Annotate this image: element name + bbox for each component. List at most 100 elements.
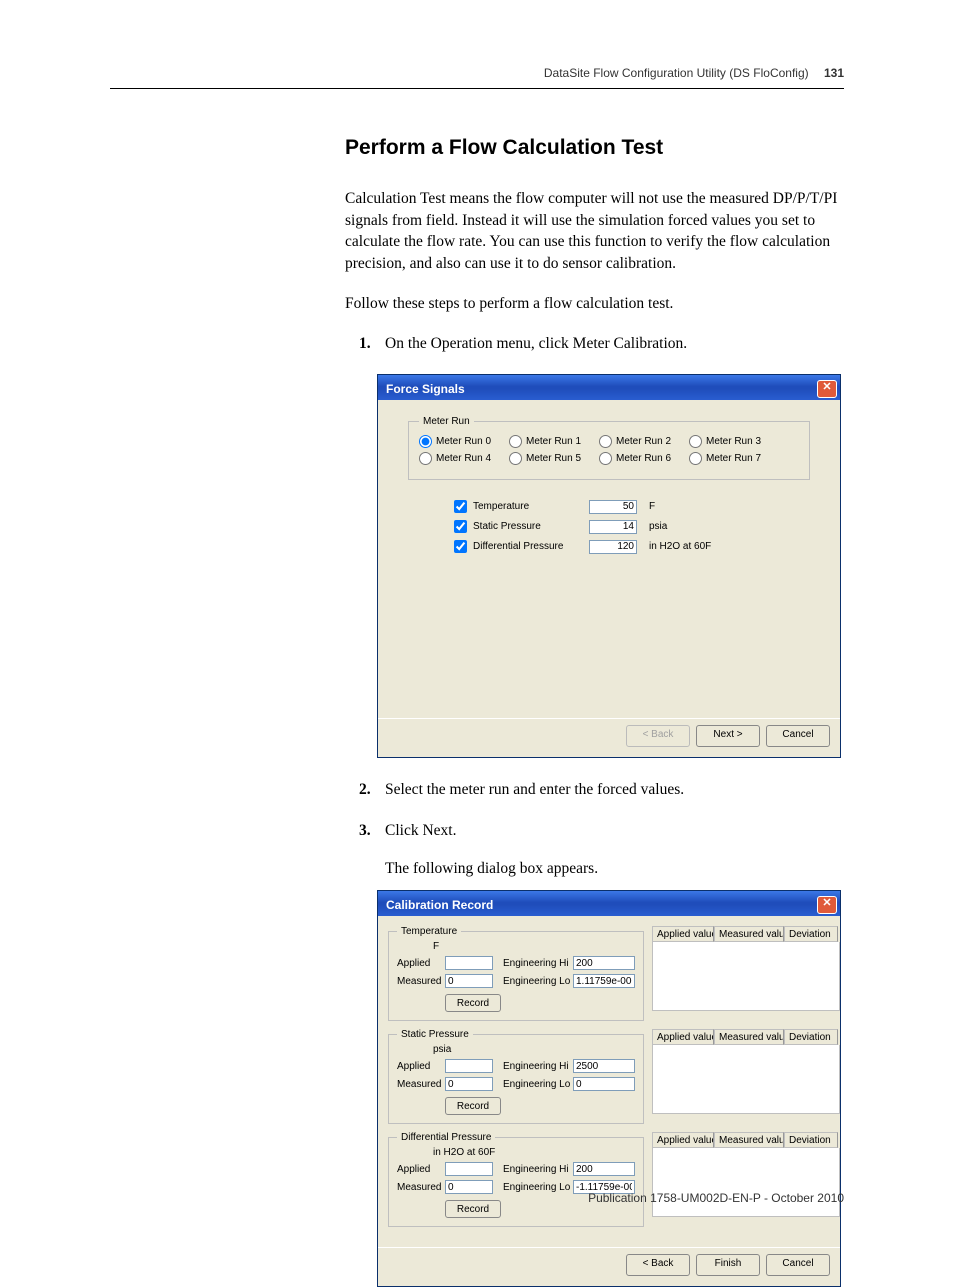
static-pressure-record-button[interactable]: Record xyxy=(445,1097,501,1115)
dialog-titlebar[interactable]: Calibration Record ✕ xyxy=(378,891,840,916)
close-icon[interactable]: ✕ xyxy=(817,896,837,914)
static-pressure-eng-hi-input[interactable] xyxy=(573,1059,635,1073)
radio-input[interactable] xyxy=(689,452,702,465)
differential-pressure-measured-input[interactable] xyxy=(445,1180,493,1194)
radio-input[interactable] xyxy=(419,452,432,465)
radio-meter-run-7[interactable]: Meter Run 7 xyxy=(689,452,773,465)
dialog-button-row: < Back Next > Cancel xyxy=(378,718,840,757)
col-measured-value[interactable]: Measured value xyxy=(714,926,784,942)
step-1-text: On the Operation menu, click Meter Calib… xyxy=(385,335,687,352)
close-icon[interactable]: ✕ xyxy=(817,380,837,398)
col-applied-value[interactable]: Applied value xyxy=(652,1029,714,1045)
col-applied-value[interactable]: Applied value xyxy=(652,926,714,942)
table-body xyxy=(652,1045,840,1114)
cancel-button[interactable]: Cancel xyxy=(766,1254,830,1276)
cal-row-temperature: Temperature F Applied Engineering Hi Mea… xyxy=(388,926,830,1021)
temperature-table: Applied value Measured value Deviation xyxy=(652,926,840,1021)
differential-pressure-label: Differential Pressure xyxy=(473,541,583,552)
static-pressure-table: Applied value Measured value Deviation xyxy=(652,1029,840,1124)
radio-input[interactable] xyxy=(509,452,522,465)
radio-input[interactable] xyxy=(509,435,522,448)
step-number: 2. xyxy=(359,778,371,801)
eng-lo-label: Engineering Lo xyxy=(503,1079,569,1090)
intro-paragraph: Calculation Test means the flow computer… xyxy=(345,188,844,275)
differential-pressure-eng-hi-input[interactable] xyxy=(573,1162,635,1176)
static-pressure-sensor-group: Static Pressure psia Applied Engineering… xyxy=(388,1029,644,1124)
temperature-checkbox[interactable] xyxy=(454,500,467,513)
meter-run-legend: Meter Run xyxy=(419,416,474,427)
running-header: DataSite Flow Configuration Utility (DS … xyxy=(544,66,844,80)
static-pressure-unit: psia xyxy=(649,521,667,532)
radio-meter-run-5[interactable]: Meter Run 5 xyxy=(509,452,593,465)
static-pressure-input[interactable] xyxy=(589,520,637,534)
col-deviation[interactable]: Deviation xyxy=(784,1132,838,1148)
doc-title: DataSite Flow Configuration Utility (DS … xyxy=(544,66,809,80)
differential-pressure-sensor-group: Differential Pressure in H2O at 60F Appl… xyxy=(388,1132,644,1227)
temperature-eng-lo-input[interactable] xyxy=(573,974,635,988)
table-header: Applied value Measured value Deviation xyxy=(652,1029,840,1045)
dialog-body: Temperature F Applied Engineering Hi Mea… xyxy=(378,916,840,1237)
temperature-eng-hi-input[interactable] xyxy=(573,956,635,970)
cancel-button[interactable]: Cancel xyxy=(766,725,830,747)
temperature-label: Temperature xyxy=(473,501,583,512)
radio-input[interactable] xyxy=(599,435,612,448)
radio-meter-run-6[interactable]: Meter Run 6 xyxy=(599,452,683,465)
cal-row-differential-pressure: Differential Pressure in H2O at 60F Appl… xyxy=(388,1132,830,1227)
applied-label: Applied xyxy=(397,958,441,969)
header-rule xyxy=(110,88,844,89)
back-button: < Back xyxy=(626,725,690,747)
temperature-measured-row: Measured Engineering Lo xyxy=(397,974,635,988)
differential-pressure-input[interactable] xyxy=(589,540,637,554)
radio-meter-run-4[interactable]: Meter Run 4 xyxy=(419,452,503,465)
step-1: 1. On the Operation menu, click Meter Ca… xyxy=(345,332,844,355)
radio-meter-run-3[interactable]: Meter Run 3 xyxy=(689,435,773,448)
applied-label: Applied xyxy=(397,1164,441,1175)
eng-hi-label: Engineering Hi xyxy=(503,1164,569,1175)
temperature-input[interactable] xyxy=(589,500,637,514)
differential-pressure-checkbox[interactable] xyxy=(454,540,467,553)
col-deviation[interactable]: Deviation xyxy=(784,926,838,942)
temperature-applied-row: Applied Engineering Hi xyxy=(397,956,635,970)
dialog-body: Meter Run Meter Run 0 Meter Run 1 Meter … xyxy=(378,400,840,568)
radio-meter-run-1[interactable]: Meter Run 1 xyxy=(509,435,593,448)
col-measured-value[interactable]: Measured value xyxy=(714,1029,784,1045)
col-deviation[interactable]: Deviation xyxy=(784,1029,838,1045)
temperature-applied-input[interactable] xyxy=(445,956,493,970)
radio-row-1: Meter Run 0 Meter Run 1 Meter Run 2 Mete… xyxy=(419,435,799,448)
dialog-titlebar[interactable]: Force Signals ✕ xyxy=(378,375,840,400)
measured-label: Measured xyxy=(397,1079,441,1090)
meter-run-group: Meter Run Meter Run 0 Meter Run 1 Meter … xyxy=(408,416,810,480)
next-button[interactable]: Next > xyxy=(696,725,760,747)
page-number: 131 xyxy=(824,66,844,80)
differential-pressure-table: Applied value Measured value Deviation xyxy=(652,1132,840,1227)
following-dialog-text: The following dialog box appears. xyxy=(385,860,844,878)
temperature-sensor-group: Temperature F Applied Engineering Hi Mea… xyxy=(388,926,644,1021)
radio-meter-run-2[interactable]: Meter Run 2 xyxy=(599,435,683,448)
applied-label: Applied xyxy=(397,1061,441,1072)
finish-button[interactable]: Finish xyxy=(696,1254,760,1276)
back-button[interactable]: < Back xyxy=(626,1254,690,1276)
static-pressure-unit: psia xyxy=(433,1044,635,1055)
static-pressure-row: Static Pressure psia xyxy=(454,520,828,534)
radio-input[interactable] xyxy=(419,435,432,448)
step-number: 3. xyxy=(359,819,371,842)
radio-input[interactable] xyxy=(599,452,612,465)
static-pressure-label: Static Pressure xyxy=(473,521,583,532)
radio-meter-run-0[interactable]: Meter Run 0 xyxy=(419,435,503,448)
differential-pressure-record-button[interactable]: Record xyxy=(445,1200,501,1218)
step-2-text: Select the meter run and enter the force… xyxy=(385,781,684,798)
static-pressure-applied-input[interactable] xyxy=(445,1059,493,1073)
temperature-measured-input[interactable] xyxy=(445,974,493,988)
radio-input[interactable] xyxy=(689,435,702,448)
temperature-row: Temperature F xyxy=(454,500,828,514)
col-applied-value[interactable]: Applied value xyxy=(652,1132,714,1148)
eng-hi-label: Engineering Hi xyxy=(503,1061,569,1072)
differential-pressure-applied-input[interactable] xyxy=(445,1162,493,1176)
static-pressure-checkbox[interactable] xyxy=(454,520,467,533)
static-pressure-measured-input[interactable] xyxy=(445,1077,493,1091)
step-number: 1. xyxy=(359,332,371,355)
col-measured-value[interactable]: Measured value xyxy=(714,1132,784,1148)
table-header: Applied value Measured value Deviation xyxy=(652,926,840,942)
static-pressure-eng-lo-input[interactable] xyxy=(573,1077,635,1091)
temperature-record-button[interactable]: Record xyxy=(445,994,501,1012)
